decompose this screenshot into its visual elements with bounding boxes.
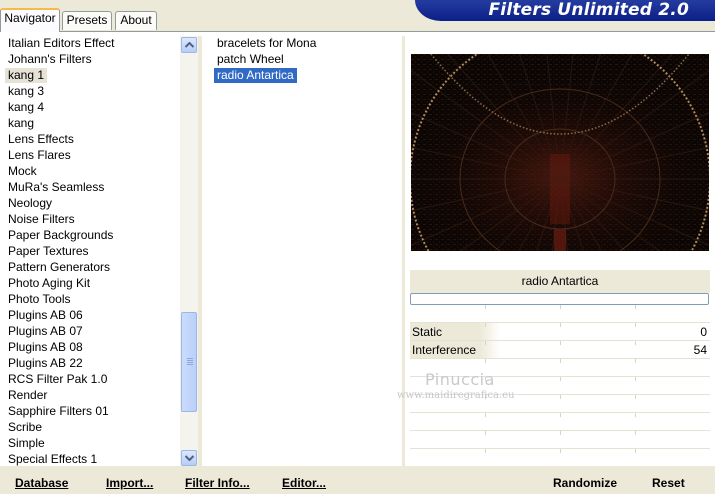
param-row-empty (410, 449, 710, 467)
category-item[interactable]: kang 1 (5, 68, 48, 83)
param-tick (635, 431, 636, 435)
param-tick (485, 449, 486, 453)
category-item[interactable]: Photo Tools (5, 292, 74, 307)
param-tick (560, 341, 561, 345)
filter-preview-image (411, 54, 709, 251)
category-item[interactable]: Lens Flares (5, 148, 74, 163)
tab-about[interactable]: About (115, 11, 157, 30)
param-tick (635, 395, 636, 399)
category-item[interactable]: Pattern Generators (5, 260, 113, 275)
preview-filter-name: radio Antartica (410, 270, 710, 293)
editor-button[interactable]: Editor... (282, 476, 326, 490)
category-item[interactable]: Special Effects 1 (5, 452, 100, 467)
param-tick (635, 359, 636, 363)
category-item[interactable]: Plugins AB 08 (5, 340, 86, 355)
param-tick (485, 341, 486, 345)
param-row-interference[interactable]: Interference 54 (410, 341, 710, 359)
param-tick (635, 323, 636, 327)
param-tick (485, 431, 486, 435)
category-item[interactable]: Scribe (5, 420, 45, 435)
param-label: Interference (412, 343, 477, 357)
app-title: Filters Unlimited 2.0 (488, 0, 689, 20)
randomize-button[interactable]: Randomize (553, 476, 617, 490)
scroll-up-button[interactable] (181, 37, 197, 53)
tab-strip: Navigator Presets About (0, 0, 420, 32)
category-item[interactable]: Plugins AB 06 (5, 308, 86, 323)
bottom-toolbar: Database Import... Filter Info... Editor… (0, 466, 715, 494)
param-value: 0 (700, 325, 707, 339)
category-item[interactable]: Paper Textures (5, 244, 92, 259)
preview-graphic (411, 54, 709, 251)
tab-presets[interactable]: Presets (62, 11, 112, 30)
category-item[interactable]: Simple (5, 436, 48, 451)
scroll-grip (187, 358, 193, 366)
param-row-empty (410, 431, 710, 449)
param-tick (560, 377, 561, 381)
import-button[interactable]: Import... (106, 476, 153, 490)
param-tick (560, 305, 561, 309)
scroll-thumb[interactable] (181, 312, 197, 412)
category-item[interactable]: Plugins AB 22 (5, 356, 86, 371)
param-tick (635, 377, 636, 381)
header-banner: Filters Unlimited 2.0 (415, 0, 715, 21)
param-tick (635, 341, 636, 345)
param-tick (635, 449, 636, 453)
param-tick (635, 305, 636, 309)
category-item[interactable]: Noise Filters (5, 212, 78, 227)
category-list[interactable]: Italian Editors Effect Johann's Filters ka… (0, 36, 180, 468)
tab-navigator[interactable]: Navigator (0, 8, 60, 32)
chevron-down-icon (184, 455, 194, 461)
param-tick (560, 323, 561, 327)
param-tick (560, 413, 561, 417)
category-item[interactable]: MuRa's Seamless (5, 180, 107, 195)
filter-item[interactable]: patch Wheel (214, 52, 287, 67)
param-row-empty (410, 305, 710, 323)
category-item[interactable]: Lens Effects (5, 132, 77, 147)
param-tick (560, 359, 561, 363)
param-tick (485, 323, 486, 327)
category-item[interactable]: Neology (5, 196, 55, 211)
reset-button[interactable]: Reset (652, 476, 685, 490)
category-item[interactable]: Johann's Filters (5, 52, 95, 67)
param-tick (485, 359, 486, 363)
param-row-static[interactable]: Static 0 (410, 323, 710, 341)
filter-item[interactable]: radio Antartica (214, 68, 297, 83)
separator (198, 36, 202, 468)
param-tick (635, 413, 636, 417)
category-item[interactable]: Paper Backgrounds (5, 228, 116, 243)
scroll-down-button[interactable] (181, 450, 197, 466)
param-row-empty (410, 413, 710, 431)
category-item[interactable]: Sapphire Filters 01 (5, 404, 112, 419)
category-item[interactable]: RCS Filter Pak 1.0 (5, 372, 110, 387)
filter-info-button[interactable]: Filter Info... (185, 476, 250, 490)
category-item[interactable]: kang 4 (5, 100, 47, 115)
param-tick (560, 431, 561, 435)
param-tick (485, 305, 486, 309)
category-item[interactable]: Plugins AB 07 (5, 324, 86, 339)
category-item[interactable]: Render (5, 388, 50, 403)
param-tick (560, 449, 561, 453)
param-value: 54 (693, 343, 707, 357)
category-item[interactable]: Photo Aging Kit (5, 276, 93, 291)
param-label: Static (412, 325, 443, 339)
category-item[interactable]: Italian Editors Effect (5, 36, 118, 51)
param-tick (485, 413, 486, 417)
category-scrollbar[interactable] (180, 36, 198, 468)
category-item[interactable]: Mock (5, 164, 40, 179)
database-button[interactable]: Database (15, 476, 68, 490)
watermark-name: Pinuccia (425, 370, 495, 389)
watermark-url: www.maidiregrafica.eu (397, 390, 515, 401)
param-tick (560, 395, 561, 399)
filter-item[interactable]: bracelets for Mona (214, 36, 319, 51)
category-item[interactable]: kang (5, 116, 37, 131)
chevron-up-icon (184, 42, 194, 48)
category-item[interactable]: kang 3 (5, 84, 47, 99)
progress-bar (410, 293, 709, 305)
